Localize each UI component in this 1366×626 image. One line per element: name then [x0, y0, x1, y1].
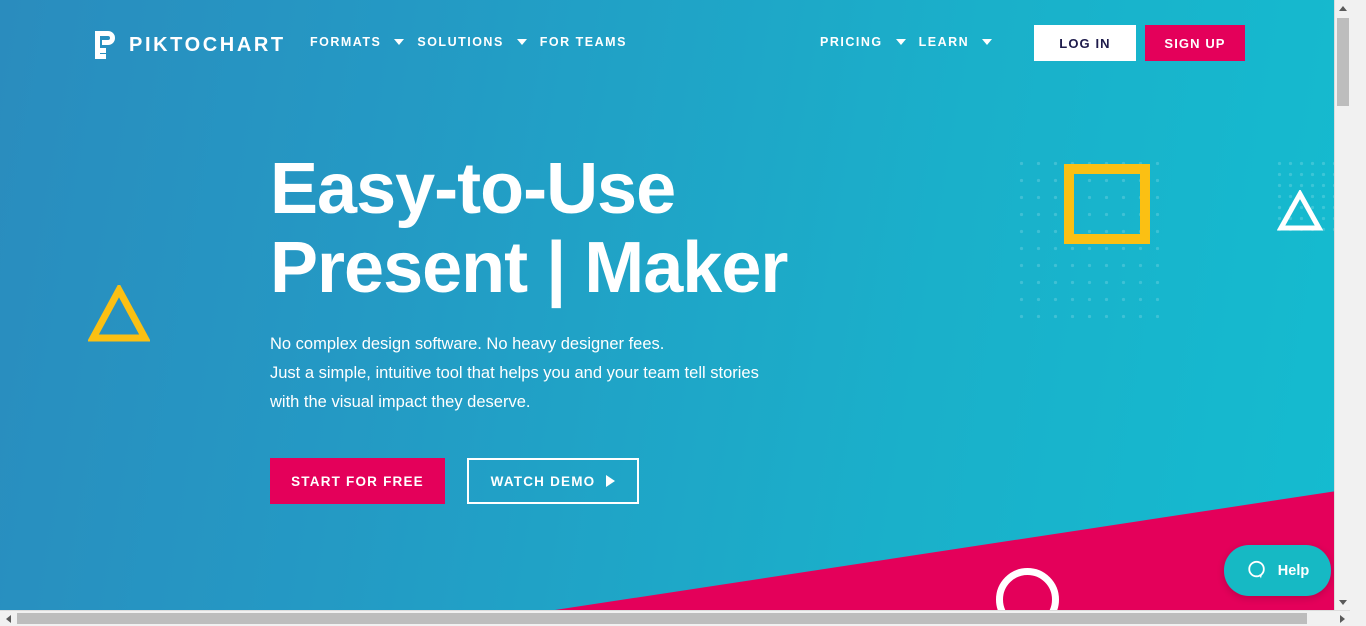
white-triangle-outline-icon	[1277, 190, 1323, 232]
nav-item-solutions[interactable]: SOLUTIONS	[417, 35, 503, 49]
watch-demo-button[interactable]: WATCH DEMO	[467, 458, 639, 504]
horizontal-scrollbar-thumb[interactable]	[17, 613, 1307, 624]
chevron-down-icon[interactable]	[517, 39, 527, 45]
help-label: Help	[1278, 563, 1309, 579]
scroll-down-button[interactable]	[1335, 594, 1350, 610]
signup-button[interactable]: SIGN UP	[1145, 25, 1245, 61]
nav-item-formats[interactable]: FORMATS	[310, 35, 381, 49]
arrow-left-icon	[6, 615, 11, 623]
help-widget-button[interactable]: Help	[1224, 545, 1331, 596]
start-for-free-button[interactable]: START FOR FREE	[270, 458, 445, 504]
brand-name: PIKTOCHART	[129, 34, 286, 57]
hero-subheadline: No complex design software. No heavy des…	[270, 330, 890, 417]
scroll-right-button[interactable]	[1334, 611, 1350, 626]
hero-cta-row: START FOR FREE WATCH DEMO	[270, 458, 639, 504]
primary-nav-left: FORMATS SOLUTIONS FOR TEAMS	[310, 35, 627, 49]
arrow-up-icon	[1339, 6, 1347, 11]
brand-logo[interactable]: PIKTOCHART	[92, 29, 286, 61]
nav-item-learn[interactable]: LEARN	[919, 35, 970, 49]
browser-viewport: PIKTOCHART FORMATS SOLUTIONS FOR TEAMS P…	[0, 0, 1350, 610]
play-icon	[606, 475, 615, 487]
chevron-down-icon[interactable]	[394, 39, 404, 45]
primary-nav-right: PRICING LEARN	[820, 35, 992, 49]
nav-item-for-teams[interactable]: FOR TEAMS	[540, 35, 627, 49]
page-hero-section: PIKTOCHART FORMATS SOLUTIONS FOR TEAMS P…	[0, 0, 1350, 610]
scroll-up-button[interactable]	[1335, 0, 1350, 16]
login-button[interactable]: LOG IN	[1034, 25, 1136, 61]
piktochart-p-logo-icon	[92, 29, 118, 61]
white-circle-outline-icon	[996, 568, 1059, 610]
arrow-down-icon	[1339, 600, 1347, 605]
hero-content: Easy-to-Use Present | Maker No complex d…	[270, 150, 890, 417]
vertical-scrollbar[interactable]	[1334, 0, 1350, 610]
chat-bubble-icon	[1246, 559, 1269, 582]
yellow-square-outline-icon	[1064, 164, 1150, 244]
yellow-triangle-outline-icon	[88, 285, 150, 343]
arrow-right-icon	[1340, 615, 1345, 623]
hero-headline: Easy-to-Use Present | Maker	[270, 150, 890, 308]
nav-item-pricing[interactable]: PRICING	[820, 35, 883, 49]
scroll-left-button[interactable]	[0, 611, 16, 626]
site-navbar: PIKTOCHART FORMATS SOLUTIONS FOR TEAMS P…	[0, 0, 1350, 88]
chevron-down-icon[interactable]	[982, 39, 992, 45]
chevron-down-icon[interactable]	[896, 39, 906, 45]
horizontal-scrollbar[interactable]	[0, 610, 1366, 625]
vertical-scrollbar-thumb[interactable]	[1337, 18, 1349, 106]
scrollbar-corner	[1350, 610, 1366, 625]
watch-demo-label: WATCH DEMO	[491, 474, 596, 489]
